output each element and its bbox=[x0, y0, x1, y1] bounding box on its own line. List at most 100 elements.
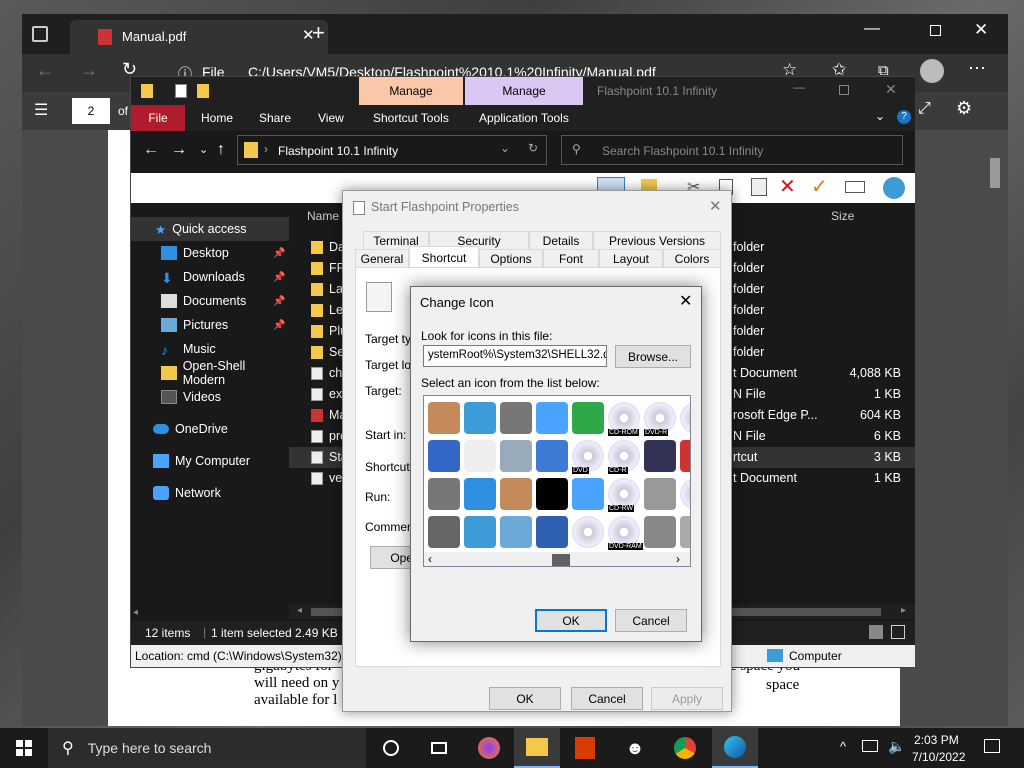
icon-file-input[interactable]: ystemRoot%\System32\SHELL32.dll bbox=[423, 345, 607, 367]
sidebar-item-my-computer[interactable]: My Computer bbox=[131, 449, 289, 473]
back-icon[interactable]: ← bbox=[143, 141, 159, 159]
scrollbar-thumb[interactable] bbox=[552, 554, 570, 566]
tab-options[interactable]: Options bbox=[479, 249, 543, 267]
checkbox-icon[interactable] bbox=[175, 84, 187, 98]
scroll-right-icon[interactable]: › bbox=[676, 552, 680, 566]
sidebar-item-pictures[interactable]: Pictures 📌 bbox=[131, 313, 289, 337]
forward-icon[interactable]: → bbox=[80, 60, 98, 81]
ok-button[interactable]: OK bbox=[489, 687, 561, 710]
paste-icon[interactable] bbox=[751, 178, 767, 196]
recent-locations-icon[interactable]: ⌄ bbox=[199, 143, 208, 156]
help-desk-icon[interactable] bbox=[536, 402, 568, 434]
volume-icon[interactable]: 🔈 bbox=[888, 738, 905, 755]
add-music-icon[interactable] bbox=[572, 478, 604, 510]
dvd-r-icon[interactable]: DVD-R bbox=[644, 402, 676, 436]
network-globe-icon[interactable] bbox=[464, 402, 496, 434]
explorer-maximize-icon[interactable] bbox=[839, 85, 849, 95]
dvd-drive-icon[interactable]: DVD bbox=[572, 440, 604, 474]
sidebar-item-quick-access[interactable]: ★ Quick access bbox=[131, 217, 289, 241]
new-tab-icon[interactable]: + bbox=[312, 20, 325, 46]
page-number-input[interactable]: 2 bbox=[72, 98, 110, 124]
more-icon[interactable]: ⋯ bbox=[968, 58, 986, 79]
contrast-icon[interactable] bbox=[536, 478, 568, 510]
clock-date[interactable]: 7/10/2022 bbox=[912, 750, 965, 764]
tab-actions-icon[interactable] bbox=[32, 26, 48, 42]
help-book-icon[interactable] bbox=[536, 516, 568, 548]
chrome-icon[interactable] bbox=[662, 728, 708, 768]
drive-icon[interactable] bbox=[680, 516, 690, 548]
hard-drive-icon[interactable] bbox=[644, 516, 676, 548]
column-header-name[interactable]: Name bbox=[307, 209, 339, 223]
close-window-icon[interactable]: ✕ bbox=[974, 20, 988, 40]
scroll-left-icon[interactable]: ◂ bbox=[297, 605, 302, 616]
maximize-icon[interactable] bbox=[930, 25, 941, 36]
edge-icon[interactable] bbox=[712, 728, 758, 768]
tab-layout[interactable]: Layout bbox=[599, 249, 663, 267]
start-windows-icon[interactable] bbox=[16, 740, 32, 756]
settings-gear-icon[interactable]: ⚙ bbox=[956, 98, 972, 119]
tab-previous-versions[interactable]: Previous Versions bbox=[593, 231, 721, 249]
pin-icon[interactable]: 📌 bbox=[273, 272, 285, 283]
pie-chart-icon[interactable] bbox=[464, 478, 496, 510]
details-view-icon[interactable] bbox=[869, 625, 883, 639]
rename-icon[interactable] bbox=[845, 181, 865, 193]
pin-icon[interactable]: 📌 bbox=[273, 320, 285, 331]
cd-rom-icon[interactable]: CD-ROM bbox=[608, 402, 640, 436]
sidebar-item-network[interactable]: Network bbox=[131, 481, 289, 505]
network-tray-icon[interactable] bbox=[862, 740, 878, 752]
search-box[interactable]: ⚲ Search Flashpoint 10.1 Infinity bbox=[561, 135, 903, 165]
tab-colors[interactable]: Colors bbox=[663, 249, 721, 267]
column-header-size[interactable]: Size bbox=[831, 209, 854, 223]
up-icon[interactable]: ↑ bbox=[217, 141, 225, 159]
cd-r-icon[interactable]: CD-R bbox=[608, 440, 640, 474]
dvd-ram-icon[interactable]: DVD-RAM bbox=[608, 516, 643, 550]
forward-icon[interactable]: → bbox=[171, 141, 187, 159]
gear-sheet-icon[interactable] bbox=[500, 440, 532, 472]
globe-icon[interactable] bbox=[883, 177, 905, 199]
profile-avatar[interactable] bbox=[920, 59, 944, 83]
speaker-box-icon[interactable] bbox=[428, 478, 460, 510]
address-breadcrumb[interactable]: › Flashpoint 10.1 Infinity ⌄ ↻ bbox=[237, 135, 547, 165]
fullscreen-icon[interactable]: ⤢ bbox=[918, 100, 931, 118]
manage-tab-application[interactable]: Manage bbox=[465, 77, 583, 105]
printer-icon[interactable] bbox=[428, 516, 460, 548]
clock-globe-icon[interactable] bbox=[464, 516, 496, 548]
folder-icon[interactable] bbox=[141, 84, 153, 98]
show-hidden-icons-chevron-icon[interactable]: ^ bbox=[840, 739, 846, 754]
cd-rw-icon[interactable]: CD-RW bbox=[608, 478, 640, 512]
cancel-button[interactable]: Cancel bbox=[571, 687, 643, 710]
folder-icon[interactable] bbox=[197, 84, 209, 98]
scroll-right-icon[interactable]: ▸ bbox=[901, 605, 906, 616]
delete-icon[interactable]: ✕ bbox=[779, 174, 796, 199]
speaker-icon[interactable] bbox=[500, 402, 532, 434]
checkmark-icon[interactable]: ✓ bbox=[811, 174, 828, 199]
contents-icon[interactable]: ☰ bbox=[34, 100, 48, 120]
sidebar-item-documents[interactable]: Documents 📌 bbox=[131, 289, 289, 313]
scroll-left-icon[interactable]: ‹ bbox=[428, 552, 432, 566]
sidebar-item-downloads[interactable]: ⬇ Downloads 📌 bbox=[131, 265, 289, 289]
explorer-close-icon[interactable]: ✕ bbox=[885, 81, 897, 98]
pin-icon[interactable]: 📌 bbox=[273, 296, 285, 307]
ribbon-file-tab[interactable]: File bbox=[131, 105, 185, 131]
chevron-down-icon[interactable]: ⌄ bbox=[500, 141, 510, 155]
file-explorer-icon[interactable] bbox=[514, 728, 560, 768]
media-player-icon[interactable] bbox=[644, 440, 676, 472]
tab-shortcut[interactable]: Shortcut bbox=[409, 246, 479, 268]
sidebar-item-onedrive[interactable]: OneDrive bbox=[131, 417, 289, 441]
notifications-icon[interactable] bbox=[984, 739, 1000, 753]
cancel-button[interactable]: Cancel bbox=[615, 609, 687, 632]
tab-details[interactable]: Details bbox=[529, 231, 593, 249]
sidebar-item-desktop[interactable]: Desktop 📌 bbox=[131, 241, 289, 265]
desktop-settings-icon[interactable] bbox=[428, 440, 460, 472]
pin-icon[interactable]: 📌 bbox=[273, 248, 285, 259]
ribbon-shortcut-tools-tab[interactable]: Shortcut Tools bbox=[373, 111, 449, 125]
tab-font[interactable]: Font bbox=[543, 249, 599, 267]
manage-tab-shortcut[interactable]: Manage bbox=[359, 77, 463, 105]
tab-general[interactable]: General bbox=[355, 249, 409, 267]
help-icon[interactable]: ? bbox=[897, 110, 911, 124]
arrow-right-icon[interactable] bbox=[572, 402, 604, 434]
magnifier-icon[interactable] bbox=[500, 516, 532, 548]
question-disc-icon[interactable] bbox=[572, 516, 604, 548]
phone-icon[interactable] bbox=[680, 440, 690, 472]
people-icon[interactable]: ☻ bbox=[612, 728, 658, 768]
